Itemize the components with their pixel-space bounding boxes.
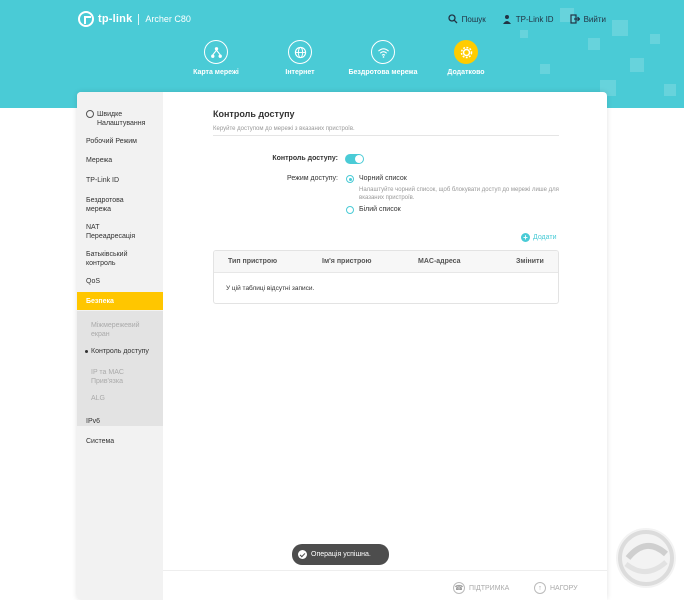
whitelist-label: Білий список <box>359 206 401 213</box>
logout-link[interactable]: Вийти <box>569 14 606 24</box>
sidebar-item-tplink-id[interactable]: TP-Link ID <box>77 176 163 185</box>
person-icon <box>502 15 511 24</box>
nav-label: Додатково <box>447 69 485 76</box>
plus-icon: + <box>521 233 530 242</box>
access-control-toggle[interactable] <box>345 154 364 164</box>
sidebar-item-system[interactable]: Система <box>77 437 163 446</box>
main-panel: Швидке Налаштування Робочий Режим Мережа… <box>77 92 607 600</box>
tplink-id-label: TP-Link ID <box>515 14 554 24</box>
watermark-logo <box>616 528 676 588</box>
submenu-item-firewall[interactable]: Міжмережевий екран <box>91 321 147 339</box>
access-control-label: Контроль доступу: <box>272 155 338 162</box>
headset-icon: ☎ <box>453 582 465 594</box>
submenu-item-access-control[interactable]: Контроль доступу <box>91 347 149 356</box>
blacklist-radio[interactable] <box>346 175 354 183</box>
add-label: Додати <box>533 234 557 241</box>
nav-label: Карта мережі <box>193 69 239 76</box>
column-mac-address: MAC-адреса <box>418 258 461 265</box>
sidebar-item-operation-mode[interactable]: Робочий Режим <box>77 137 163 146</box>
footer: ☎ ПІДТРИМКА ↑ НАГОРУ <box>163 570 607 600</box>
access-mode-label: Режим доступу: <box>286 175 338 182</box>
add-button[interactable]: + Додати <box>521 233 557 242</box>
search-link-label: Пошук <box>461 14 486 24</box>
main-nav: Карта мережі Інтернет Бездротова мережа … <box>0 40 684 100</box>
back-to-top-link[interactable]: ↑ НАГОРУ <box>534 582 578 594</box>
sidebar-item-parental-controls[interactable]: Батьківський контроль <box>77 250 139 268</box>
logout-label: Вийти <box>583 14 606 24</box>
sidebar-item-network[interactable]: Мережа <box>77 156 163 165</box>
whitelist-radio[interactable] <box>346 206 354 214</box>
divider <box>213 135 559 136</box>
support-label: ПІДТРИМКА <box>469 584 510 592</box>
column-modify: Змінити <box>516 258 544 265</box>
content-area: Контроль доступу Керуйте доступом до мер… <box>163 92 607 600</box>
column-device-type: Тип пристрою <box>228 258 278 265</box>
tplink-id-link[interactable]: TP-Link ID <box>502 14 554 24</box>
blacklist-label: Чорний список <box>359 175 407 182</box>
sidebar-item-qos[interactable]: QoS <box>77 277 163 286</box>
bg-pixel <box>612 20 628 36</box>
page-title: Контроль доступу <box>213 109 295 119</box>
security-submenu: Міжмережевий екран Контроль доступу IP т… <box>77 311 163 426</box>
sidebar-item-quick-setup[interactable]: Швидке Налаштування <box>77 110 163 128</box>
nav-label: Бездротова мережа <box>348 69 418 76</box>
arrow-up-icon: ↑ <box>534 582 546 594</box>
submenu-item-alg[interactable]: ALG <box>91 394 105 403</box>
sidebar-item-wireless[interactable]: Бездротова мережа <box>77 196 139 214</box>
globe-icon <box>288 40 312 64</box>
sidebar-item-nat-forwarding[interactable]: NAT Переадресація <box>77 223 143 241</box>
gear-icon <box>454 40 478 64</box>
brand-logo[interactable]: tp-link Archer C80 <box>78 11 191 27</box>
nav-network-map[interactable]: Карта мережі <box>171 40 261 76</box>
search-link[interactable]: Пошук <box>448 14 486 24</box>
current-bullet <box>85 350 88 353</box>
bg-pixel <box>520 30 528 38</box>
tp-link-logo-icon <box>78 11 94 27</box>
nav-advanced[interactable]: Додатково <box>421 40 511 76</box>
support-link[interactable]: ☎ ПІДТРИМКА <box>453 582 509 594</box>
wifi-icon <box>371 40 395 64</box>
toast-text: Операція успішна. <box>311 551 371 558</box>
sidebar-item-security[interactable]: Безпека <box>77 292 163 310</box>
network-map-icon <box>204 40 228 64</box>
nav-wireless[interactable]: Бездротова мережа <box>338 40 428 76</box>
empty-table-message: У цій таблиці відсутні записи. <box>226 285 315 292</box>
gear-icon <box>86 110 94 119</box>
submenu-item-ip-mac-binding[interactable]: IP та MAC Прив'язка <box>91 368 141 386</box>
logo-text: tp-link <box>98 13 133 25</box>
blacklist-hint: Налаштуйте чорний список, щоб блокувати … <box>359 187 559 201</box>
column-device-name: Ім'я пристрою <box>322 258 372 265</box>
model-name: Archer C80 <box>145 14 191 24</box>
nav-internet[interactable]: Інтернет <box>255 40 345 76</box>
sidebar-item-label: Швидке Налаштування <box>97 111 146 127</box>
sidebar-item-ipv6[interactable]: IPv6 <box>77 417 163 426</box>
top-label: НАГОРУ <box>550 584 578 592</box>
check-icon <box>298 550 307 559</box>
page-description: Керуйте доступом до мережі з вказаних пр… <box>213 126 355 132</box>
success-toast: Операція успішна. <box>292 544 389 565</box>
device-table: Тип пристрою Ім'я пристрою MAC-адреса Зм… <box>213 250 559 304</box>
table-header: Тип пристрою Ім'я пристрою MAC-адреса Зм… <box>214 251 558 273</box>
sidebar: Швидке Налаштування Робочий Режим Мережа… <box>77 92 163 600</box>
search-icon <box>448 14 458 24</box>
nav-label: Інтернет <box>285 69 315 76</box>
logo-divider <box>138 13 140 25</box>
top-links: Пошук TP-Link ID Вийти <box>448 14 606 24</box>
logout-icon <box>569 14 580 24</box>
